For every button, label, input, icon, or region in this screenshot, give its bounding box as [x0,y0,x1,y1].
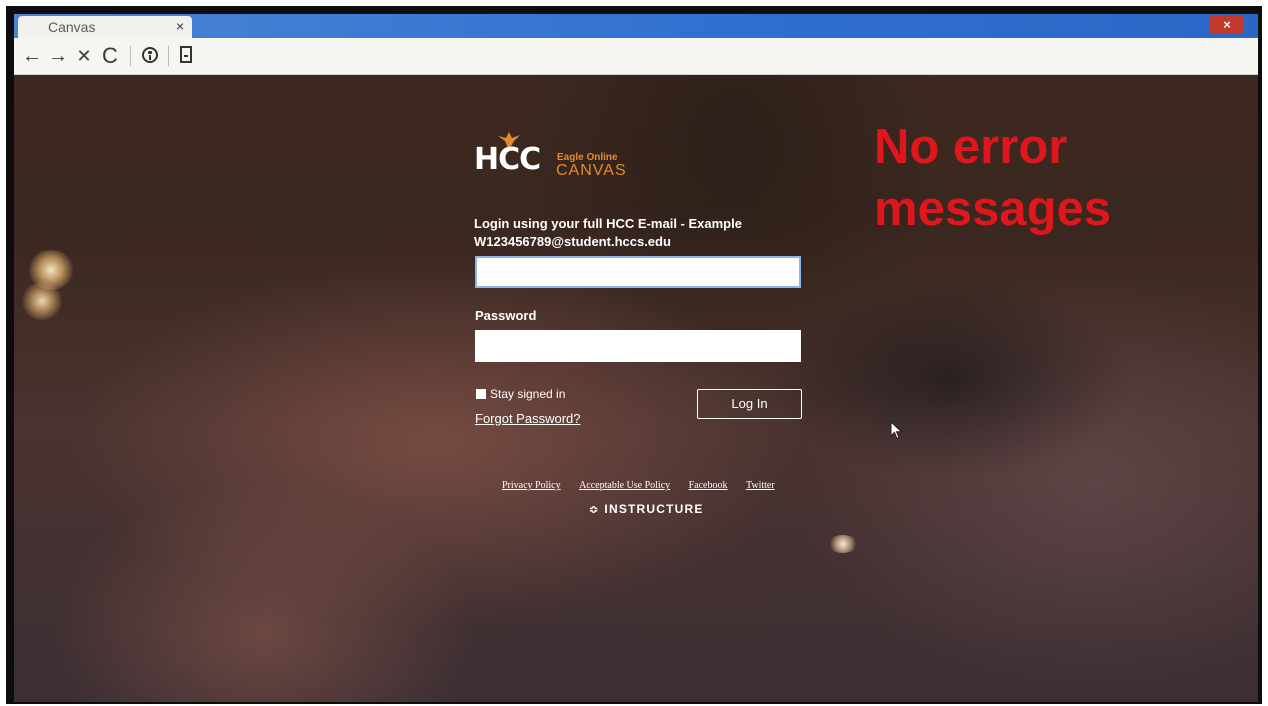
logo-canvas: CANVAS [556,162,627,179]
light-glare [22,282,62,320]
toolbar-divider [130,46,131,66]
window-close-button[interactable]: × [1210,16,1244,34]
mouse-cursor-icon [890,421,903,440]
footer-links: Privacy Policy Acceptable Use Policy Fac… [502,475,789,491]
reload-icon[interactable]: C [98,44,122,68]
facebook-link[interactable]: Facebook [689,480,728,491]
stay-signed-in-label[interactable]: Stay signed in [490,387,565,401]
annotation-line-1: No error [874,120,1068,174]
password-label: Password [475,308,537,323]
monitor-frame: Canvas × × ← → ✕ C HCC Eagle Online CANV… [6,6,1262,704]
logo-hcc-text: HCC [474,142,541,177]
acceptable-use-policy-link[interactable]: Acceptable Use Policy [579,480,670,491]
tab-bar: Canvas × × [14,14,1258,40]
privacy-policy-link[interactable]: Privacy Policy [502,480,561,491]
annotation-line-2: messages [874,182,1112,236]
stay-signed-in-checkbox[interactable] [476,389,486,399]
annotation-text: No error messages [874,116,1204,240]
browser-tab[interactable]: Canvas × [18,16,192,40]
page-icon[interactable] [180,46,192,63]
hcc-canvas-logo: HCC Eagle Online CANVAS [474,128,627,188]
info-icon[interactable] [142,47,158,63]
toolbar-divider [168,46,169,66]
instructure-icon: ≎ [589,504,600,516]
tab-close-icon[interactable]: × [176,18,184,34]
login-prompt: Login using your full HCC E-mail - Examp… [474,216,742,249]
light-glare [828,535,858,553]
back-icon[interactable]: ← [20,44,44,68]
forgot-password-link[interactable]: Forgot Password? [475,411,581,426]
password-field[interactable] [475,330,801,362]
stop-icon[interactable]: ✕ [72,44,96,68]
forward-icon[interactable]: → [46,44,70,68]
browser-toolbar: ← → ✕ C [14,38,1258,75]
twitter-link[interactable]: Twitter [746,480,775,491]
instructure-logo: ≎ INSTRUCTURE [589,502,704,516]
login-button[interactable]: Log In [697,389,802,419]
email-field[interactable] [475,256,801,288]
screen: Canvas × × ← → ✕ C HCC Eagle Online CANV… [14,14,1258,702]
tab-title: Canvas [48,19,96,35]
instructure-text: INSTRUCTURE [604,502,704,516]
